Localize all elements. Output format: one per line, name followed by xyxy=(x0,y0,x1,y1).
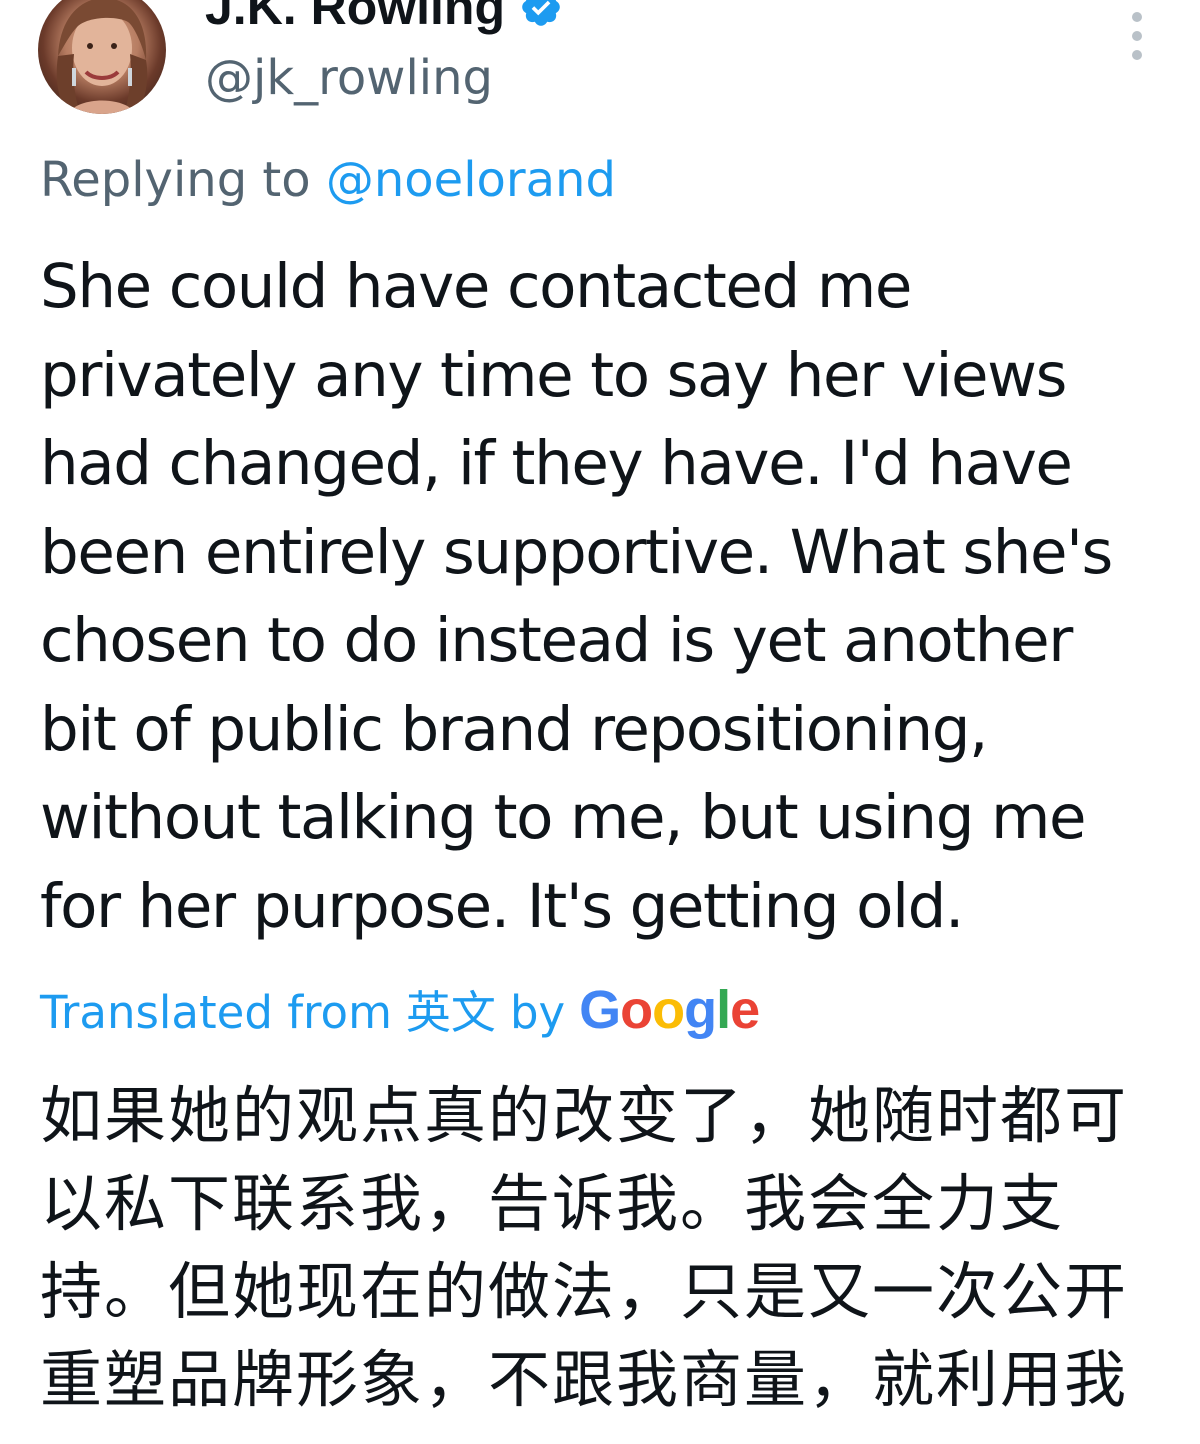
author-handle[interactable]: @jk_rowling xyxy=(205,46,493,110)
translated-by-label: by xyxy=(509,986,566,1039)
translated-text-line: 重塑品牌形象，不跟我商量，就利用我 xyxy=(40,1343,1129,1416)
source-language: 英文 xyxy=(405,986,496,1039)
tweet-text-line: without talking to me, but using me xyxy=(40,782,1087,853)
tweet-text-line: privately any time to say her views xyxy=(40,339,1067,411)
translated-text: 如果她的观点真的改变了，她随时都可 以私下联系我，告诉我。我会全力支 持。但她现… xyxy=(40,1072,1160,1424)
replying-to: Replying to @noelorand xyxy=(40,148,616,212)
menu-dot xyxy=(1132,31,1142,41)
author-name-row: J.K. Rowling xyxy=(205,0,563,38)
tweet-text-line: chosen to do instead is yet another xyxy=(40,605,1073,676)
menu-dot xyxy=(1132,50,1142,60)
tweet-text-line: bit of public brand repositioning, xyxy=(40,693,988,765)
translated-text-line: 持。但她现在的做法，只是又一次公开 xyxy=(40,1255,1129,1328)
translated-from-label: Translated from xyxy=(40,986,392,1039)
replying-to-label: Replying to xyxy=(40,152,311,208)
tweet-text-line: been entirely supportive. What she's xyxy=(40,516,1113,588)
more-vertical-icon[interactable] xyxy=(1122,12,1152,60)
author-display-name[interactable]: J.K. Rowling xyxy=(205,0,505,38)
verified-badge-icon xyxy=(522,0,560,26)
avatar[interactable] xyxy=(38,0,166,114)
tweet-text: She could have contacted me privately an… xyxy=(40,243,1170,951)
tweet-text-line: had changed, if they have. I'd have xyxy=(40,428,1073,499)
tweet-text-line: for her purpose. It's getting old. xyxy=(40,870,964,942)
menu-dot xyxy=(1132,12,1142,22)
tweet-text-line: She could have contacted me xyxy=(40,251,912,322)
reply-mention-link[interactable]: @noelorand xyxy=(326,152,616,208)
translated-text-line: 以私下联系我，告诉我。我会全力支 xyxy=(40,1167,1065,1240)
translated-text-line: 如果她的观点真的改变了，她随时都可 xyxy=(40,1079,1129,1152)
translation-attribution-link[interactable]: Translated from 英文 by Google xyxy=(40,978,760,1045)
profile-photo-avatar xyxy=(56,0,148,114)
google-logo: Google xyxy=(579,980,760,1040)
